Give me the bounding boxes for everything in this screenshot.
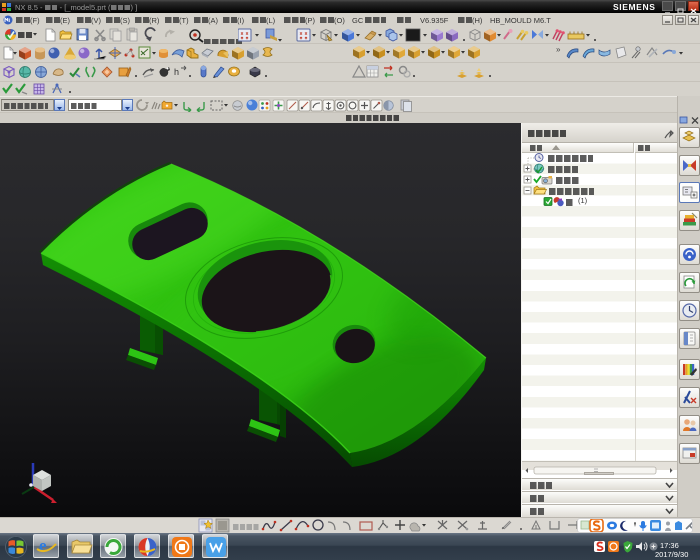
- svg-text:h: h: [174, 67, 179, 77]
- svg-text:»: »: [556, 45, 561, 54]
